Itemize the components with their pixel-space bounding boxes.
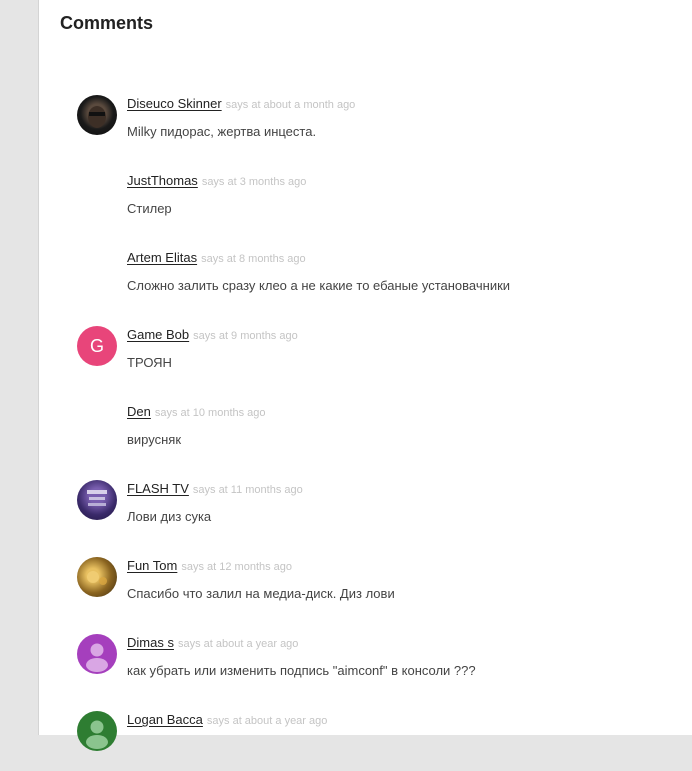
photo-icon xyxy=(87,490,107,506)
letter-avatar-icon[interactable]: G xyxy=(77,326,117,366)
avatar[interactable] xyxy=(77,95,117,135)
default-user-icon xyxy=(86,720,108,749)
comment-author[interactable]: Den xyxy=(127,404,151,419)
comment-text: Спасибо что залил на медиа-диск. Диз лов… xyxy=(127,586,395,601)
comment-author[interactable]: FLASH TV xyxy=(127,481,189,496)
comment-item: G Game Bob says at 9 months ago ТРОЯН xyxy=(77,326,677,386)
comment-item: Diseuco Skinner says at about a month ago… xyxy=(77,95,677,155)
comment-author[interactable]: JustThomas xyxy=(127,173,198,188)
comment-timestamp: says at 8 months ago xyxy=(201,253,306,265)
comment-author[interactable]: Fun Tom xyxy=(127,558,177,573)
comment-item: Logan Bacca says at about a year ago xyxy=(77,711,677,771)
comment-timestamp: says at 12 months ago xyxy=(181,561,293,573)
comment-author[interactable]: Artem Elitas xyxy=(127,250,197,265)
photo-icon xyxy=(87,571,107,585)
comment-text: Лови диз сука xyxy=(127,509,212,524)
comment-text: Сложно залить сразу клео а не какие то е… xyxy=(127,278,511,293)
comment-item: Artem Elitas says at 8 months ago Сложно … xyxy=(77,249,677,309)
avatar[interactable] xyxy=(77,711,117,751)
comment-author[interactable]: Logan Bacca xyxy=(127,712,203,727)
comments-panel: Comments Diseuco Skinner says at about a … xyxy=(38,0,692,751)
comment-item: Dimas s says at about a year ago как убра… xyxy=(77,634,677,694)
comment-timestamp: says at about a year ago xyxy=(177,638,299,650)
comment-item: FLASH TV says at 11 months ago Лови диз с… xyxy=(77,480,677,540)
comment-text: Стилер xyxy=(127,201,172,216)
default-user-icon xyxy=(86,643,108,672)
photo-icon xyxy=(88,106,106,128)
comment-timestamp: says at 3 months ago xyxy=(201,176,307,188)
comment-timestamp: says at 10 months ago xyxy=(154,407,266,419)
comment-timestamp: says at about a year ago xyxy=(206,715,328,727)
comment-text: Milky пидорас, жертва инцеста. xyxy=(127,124,317,139)
comment-item: JustThomas says at 3 months ago Стилер xyxy=(77,172,677,232)
comment-timestamp: says at 11 months ago xyxy=(192,484,303,496)
comments-heading: Comments xyxy=(60,13,154,33)
comment-author[interactable]: Diseuco Skinner xyxy=(127,96,222,111)
comment-text: как убрать или изменить подпись "aimconf… xyxy=(127,663,476,678)
comment-timestamp: says at 9 months ago xyxy=(193,330,298,342)
comment-item: Den says at 10 months ago вирусняк xyxy=(77,403,677,463)
avatar[interactable] xyxy=(77,557,117,597)
comment-text: ТРОЯН xyxy=(127,355,172,370)
avatar[interactable] xyxy=(77,634,117,674)
comment-author[interactable]: Dimas s xyxy=(127,635,174,650)
avatar[interactable] xyxy=(77,480,117,520)
comment-timestamp: says at about a month ago xyxy=(225,99,356,111)
comment-author[interactable]: Game Bob xyxy=(127,327,189,342)
comment-item: Fun Tom says at 12 months ago Спасибо что… xyxy=(77,557,677,617)
comment-text: вирусняк xyxy=(127,432,182,447)
